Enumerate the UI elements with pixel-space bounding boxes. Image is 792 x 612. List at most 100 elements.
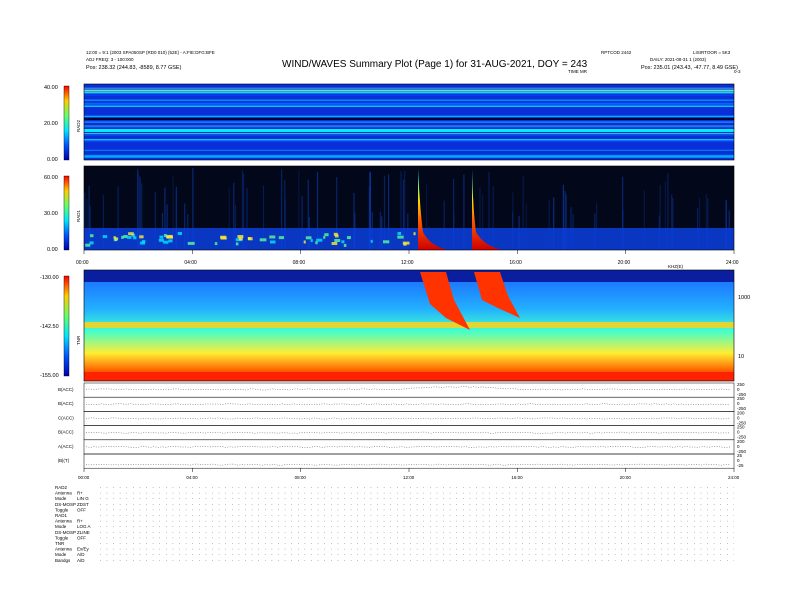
rad2-interference-line (84, 115, 734, 118)
rad2-cb-max: 40.00 (44, 85, 58, 91)
config-key: Antenna (55, 519, 72, 524)
time-tick-label: 24:00 (726, 260, 739, 266)
rad1-emission-patch (166, 235, 173, 239)
rad1-emission-patch (259, 238, 267, 242)
config-value: R+ (77, 519, 83, 524)
config-value: A/D (77, 558, 85, 563)
config-key: TNR (55, 541, 65, 546)
config-value: OFF (77, 507, 86, 512)
rad1-emission-patch (270, 240, 276, 244)
time-tick-label: 12:00 (401, 260, 414, 266)
config-value: R+ (77, 491, 83, 496)
config-key: Mode (55, 524, 67, 529)
config-value: OFF (77, 535, 86, 540)
header-right-line1: LISIRTOOR = 5K3 (693, 50, 731, 55)
rad2-interference-line (84, 149, 734, 151)
rad1-emission-patch (238, 237, 243, 241)
rad2-interference-line (84, 87, 734, 89)
config-key: Toggle (55, 535, 69, 540)
rad1-emission-patch (248, 237, 253, 241)
rad1-emission-patch (187, 241, 195, 245)
mag-panel-label: B(ACC) (58, 387, 74, 392)
rad1-emission-patch (334, 234, 339, 238)
config-key: Toggle (55, 507, 69, 512)
right-axis-10: 10 (738, 354, 744, 360)
rad1-emission-patch (343, 243, 347, 247)
time-tick-label: 08:00 (293, 260, 306, 266)
rad1-emission-patch (269, 235, 276, 239)
bottom-tick-label: 24:00 (728, 475, 740, 480)
config-key: Antenna (55, 491, 72, 496)
bottom-tick-label: 04:00 (186, 475, 198, 480)
time-tick-label: 04:00 (184, 260, 197, 266)
rad1-colorbar (63, 175, 70, 251)
rad2-interference-line (84, 91, 734, 94)
page-title: WIND/WAVES Summary Plot (Page 1) for 31-… (282, 59, 588, 70)
config-value: LIN G (77, 496, 89, 501)
tnr-label: TNR (76, 335, 81, 345)
config-value: ZDST (77, 502, 89, 507)
rad2-interference-line (84, 139, 734, 142)
mag-panel-frame (83, 382, 735, 398)
rad1-emission-patch (163, 240, 169, 244)
header-right-line2: DAILY: 2021-08-31 1 (2003) (650, 57, 706, 62)
right-axis-unit: KHZ(E) (668, 264, 684, 269)
rad1-emission-patch (324, 233, 329, 237)
rad2-cb-min: 0.00 (47, 157, 58, 163)
header-corner: 0-3 (734, 69, 741, 74)
tnr-colorbar (63, 275, 70, 377)
config-value: ZLINE (77, 530, 90, 535)
tnr-bottom-band (84, 372, 734, 381)
rad1-emission-patch (323, 235, 326, 239)
rad1-emission-patch (331, 242, 338, 245)
mag-trace (85, 417, 731, 420)
rad1-emission-patch (235, 242, 239, 246)
rad2-interference-line (84, 125, 734, 127)
summary-plot-page: 12:00 = 9:1 (2003 SPA050SP (RD0 010) (52… (40, 50, 750, 563)
rad1-emission-patch (220, 236, 227, 240)
rad1-emission-patch (90, 234, 94, 238)
rad1-emission-patch (334, 239, 341, 242)
mag-panel-label: B(ACC) (58, 401, 74, 406)
rad1-emission-patch (141, 240, 146, 244)
rad1-label: RAD1 (76, 209, 81, 222)
rad1-emission-patch (102, 235, 108, 239)
rad1-emission-patch (177, 232, 182, 235)
rad1-emission-patch (164, 234, 167, 237)
bottom-tick-label: 16:00 (511, 475, 523, 480)
bottom-tick-label: 12:00 (403, 475, 415, 480)
mag-panel-label: A(ACC) (58, 444, 74, 449)
config-key: Bandgs (55, 558, 71, 563)
rad1-emission-patch (383, 240, 390, 244)
mag-panel-label: C(ACC) (58, 415, 74, 420)
rad1-emission-patch (303, 240, 306, 244)
time-tick-label: 16:00 (509, 260, 522, 266)
rad2-interference-line (84, 155, 734, 158)
rad2-interference-line (84, 129, 734, 132)
rad1-emission-patch (370, 239, 373, 243)
time-axis-top: 00:00 04:00 08:00 12:00 16:00 20:00 24:00 (76, 250, 739, 266)
time-tick-label: 00:00 (76, 260, 89, 266)
header-right-pos: Pos: 235.01 (243.43, -47.77, 8.49 GSE) (641, 65, 738, 71)
header-tick-title: TIME MR (568, 69, 588, 74)
rad1-emission-patch (126, 235, 132, 239)
rad1-cb-mid: 30.00 (44, 211, 58, 217)
rad2-interference-line (84, 139, 734, 140)
time-axis-bottom: 00:00 04:00 08:00 12:00 16:00 20:00 24:00 (78, 468, 740, 480)
rad1-emission-patch (139, 235, 144, 239)
header-mid-right: RPTCOD 2442 (601, 50, 632, 55)
rad1-emission-patch (397, 235, 404, 239)
mag-panel-label: B(ACC) (58, 430, 74, 435)
magnetometer-panels: B(ACC)2500-250B(ACC)2500-250C(ACC)2000-2… (58, 382, 747, 469)
time-tick-label: 20:00 (618, 260, 631, 266)
rad1-emission-patch (214, 242, 218, 246)
tnr-top-dark-band (84, 270, 734, 282)
config-table: RAD2Antenna R+Mode LIN GDS-MOSP ZDSTToggle O… (55, 485, 734, 563)
bottom-tick-label: 08:00 (295, 475, 307, 480)
rad2-interference-line (84, 126, 734, 128)
rad1-emission-patch (316, 238, 323, 242)
mag-trace (85, 403, 731, 406)
mag-panel-label: |B|(T) (58, 458, 70, 463)
rad1-emission-patch (168, 239, 173, 243)
config-key: DS-MOSP (55, 530, 76, 535)
